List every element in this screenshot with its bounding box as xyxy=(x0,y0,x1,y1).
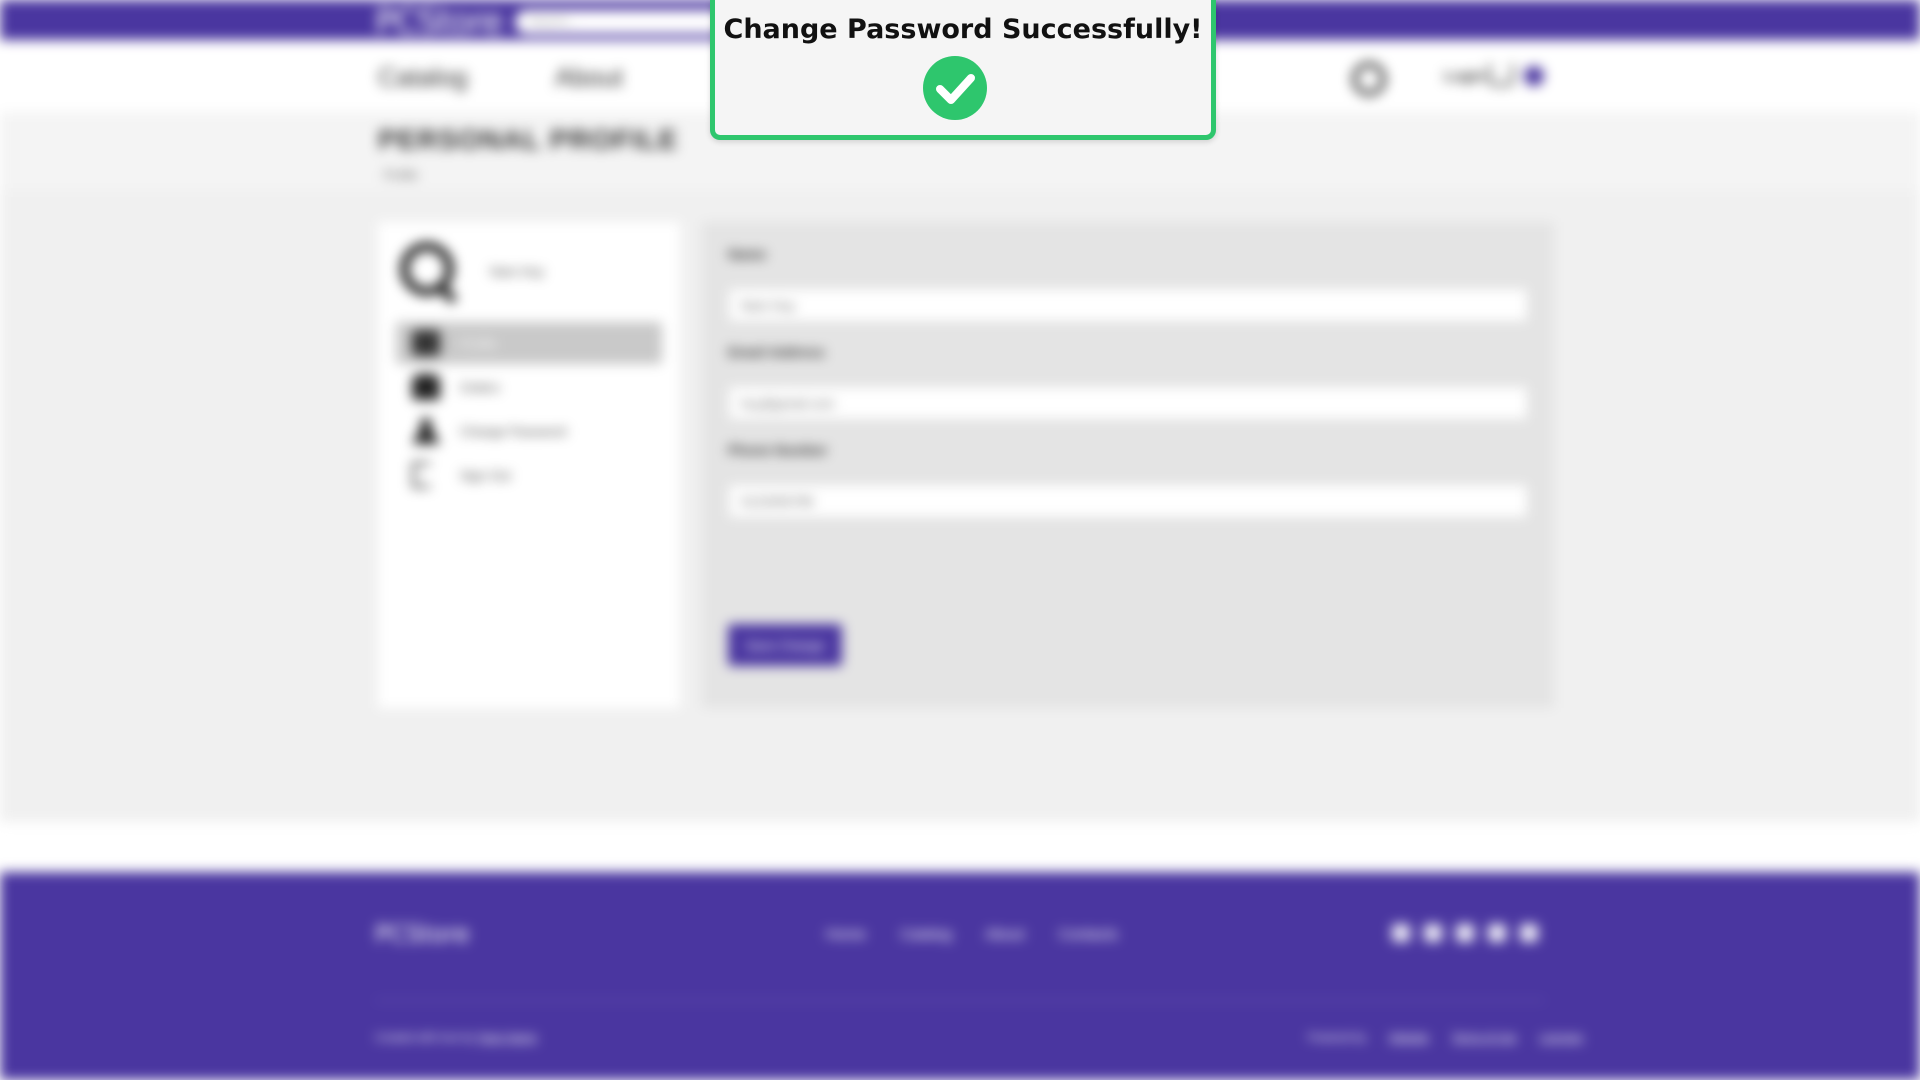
email-field[interactable] xyxy=(728,386,1528,420)
toast-message: Change Password Successfully! xyxy=(723,14,1203,45)
phone-label: Phone Number xyxy=(728,442,828,458)
footer-nav: Home Catalog About Contacts xyxy=(826,926,1148,943)
footer-copyright: Created with love by Team Name xyxy=(375,1032,537,1044)
nav-about-link[interactable]: About xyxy=(555,62,623,93)
breadcrumb[interactable]: Profile xyxy=(384,168,418,182)
footer-link-licenses[interactable]: Licenses xyxy=(1540,1032,1583,1044)
search-placeholder: Search... xyxy=(529,14,578,28)
sidebar-menu: Profile Orders Change Password Sign Out xyxy=(396,322,662,498)
youtube-icon[interactable] xyxy=(1520,924,1538,942)
site-logo[interactable]: PCStore xyxy=(375,2,503,42)
profile-form: Name Email Address Phone Number Save Cha… xyxy=(702,222,1554,708)
instagram-icon[interactable] xyxy=(1456,924,1474,942)
powered-by-text: Powered by xyxy=(1308,1032,1367,1044)
nav-catalog-link[interactable]: Catalog xyxy=(378,62,468,93)
success-toast: Change Password Successfully! xyxy=(710,0,1216,140)
name-field[interactable] xyxy=(728,288,1528,322)
sign-out-icon xyxy=(412,462,430,488)
facebook-icon[interactable] xyxy=(1424,924,1442,942)
footer-legal-links: Powered by Website Terms of Use Licenses xyxy=(1288,1032,1583,1044)
footer-link-website[interactable]: Website xyxy=(1389,1032,1429,1044)
avatar xyxy=(400,242,454,296)
profile-content: Nam Huy Profile Orders Change Password S… xyxy=(0,190,1920,822)
sidebar-item-orders[interactable]: Orders xyxy=(396,366,662,408)
footer-link-terms[interactable]: Terms of Use xyxy=(1452,1032,1517,1044)
social-links xyxy=(1392,924,1552,947)
footer-link-about[interactable]: About xyxy=(985,926,1024,943)
cart-count-badge xyxy=(1524,66,1544,86)
sidebar-item-label: Change Password xyxy=(460,424,567,439)
user-name: Nam Huy xyxy=(490,264,545,279)
sidebar-item-label: Sign Out xyxy=(460,468,511,483)
cart-icon[interactable] xyxy=(1488,64,1514,86)
profile-icon xyxy=(412,330,440,356)
sidebar-item-profile[interactable]: Profile xyxy=(396,322,662,364)
footer-link-home[interactable]: Home xyxy=(826,926,866,943)
linkedin-icon[interactable] xyxy=(1488,924,1506,942)
footer-link-catalog[interactable]: Catalog xyxy=(900,926,952,943)
copyright-text: Created with love by xyxy=(375,1032,475,1044)
page-background: PCStore Search... Catalog About Login PE… xyxy=(0,0,1920,1080)
sidebar-item-label: Profile xyxy=(460,336,497,351)
copyright-link[interactable]: Team Name xyxy=(478,1032,537,1044)
name-label: Name xyxy=(728,246,767,262)
footer-logo[interactable]: PCStore xyxy=(375,920,470,948)
footer: PCStore Home Catalog About Contacts Crea… xyxy=(0,872,1920,1080)
bag-icon xyxy=(412,374,440,400)
footer-link-contacts[interactable]: Contacts xyxy=(1059,926,1118,943)
sidebar-item-sign-out[interactable]: Sign Out xyxy=(396,454,662,496)
phone-field[interactable] xyxy=(728,484,1528,518)
page-title: PERSONAL PROFILE xyxy=(378,124,679,155)
user-icon xyxy=(412,418,440,444)
search-icon[interactable] xyxy=(1352,62,1386,96)
email-label: Email Address xyxy=(728,344,825,360)
search-input[interactable]: Search... xyxy=(515,10,725,34)
sidebar-item-label: Orders xyxy=(460,380,500,395)
login-link[interactable]: Login xyxy=(1444,68,1485,85)
save-change-button[interactable]: Save Change xyxy=(728,624,842,666)
sidebar-item-change-password[interactable]: Change Password xyxy=(396,410,662,452)
footer-divider xyxy=(375,1000,1545,1001)
profile-sidebar: Nam Huy Profile Orders Change Password S… xyxy=(378,222,680,708)
check-circle-icon xyxy=(923,56,987,120)
twitter-icon[interactable] xyxy=(1392,924,1410,942)
